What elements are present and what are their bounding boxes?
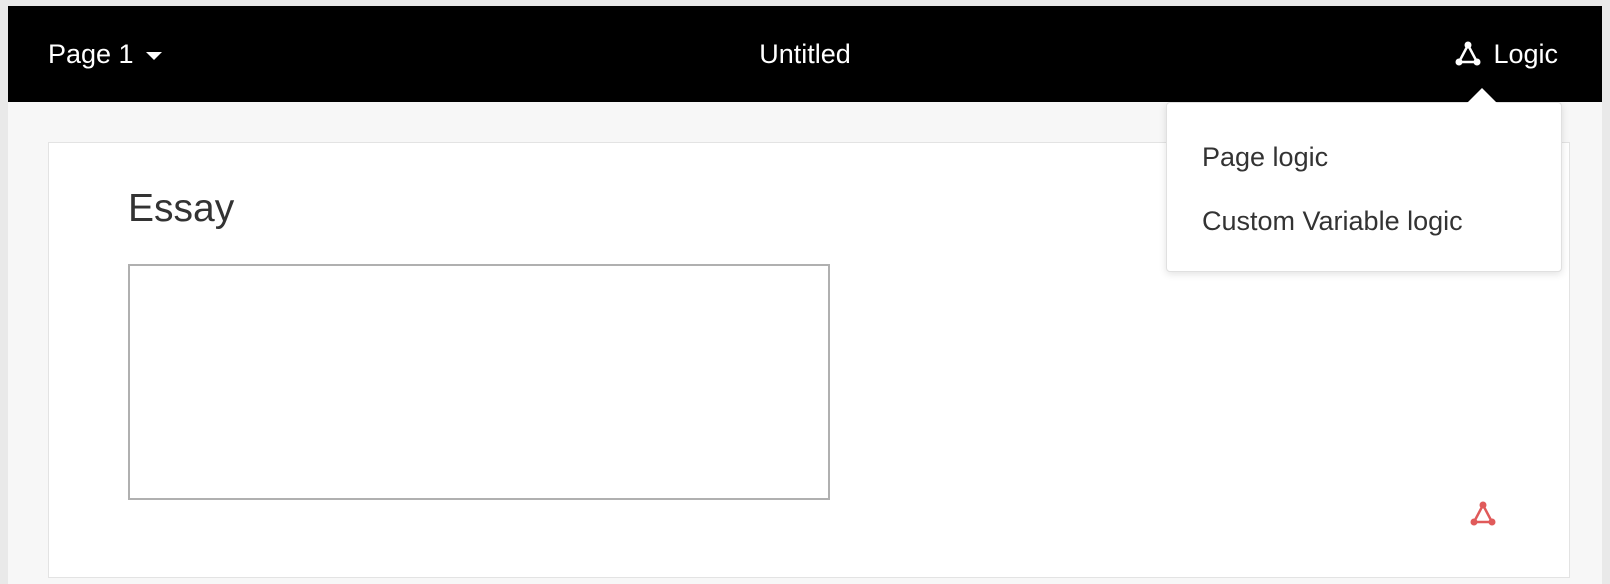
essay-textarea[interactable] — [128, 264, 830, 500]
logic-network-icon — [1455, 41, 1481, 66]
logic-button[interactable]: Logic — [1453, 36, 1558, 72]
dropdown-pointer — [1467, 88, 1497, 103]
question-label: Essay — [128, 187, 235, 230]
top-bar: Page 1 Untitled Logic — [8, 6, 1602, 102]
page-title: Untitled — [759, 39, 851, 69]
app-window: Page 1 Untitled Logic Essay Page logic C… — [8, 6, 1602, 584]
logic-button-label: Logic — [1493, 38, 1558, 69]
logic-dropdown-menu: Page logic Custom Variable logic — [1166, 102, 1562, 272]
menu-item-custom-variable-logic[interactable]: Custom Variable logic — [1202, 204, 1463, 238]
question-logic-icon[interactable] — [1467, 498, 1499, 530]
menu-item-page-logic[interactable]: Page logic — [1202, 140, 1328, 174]
